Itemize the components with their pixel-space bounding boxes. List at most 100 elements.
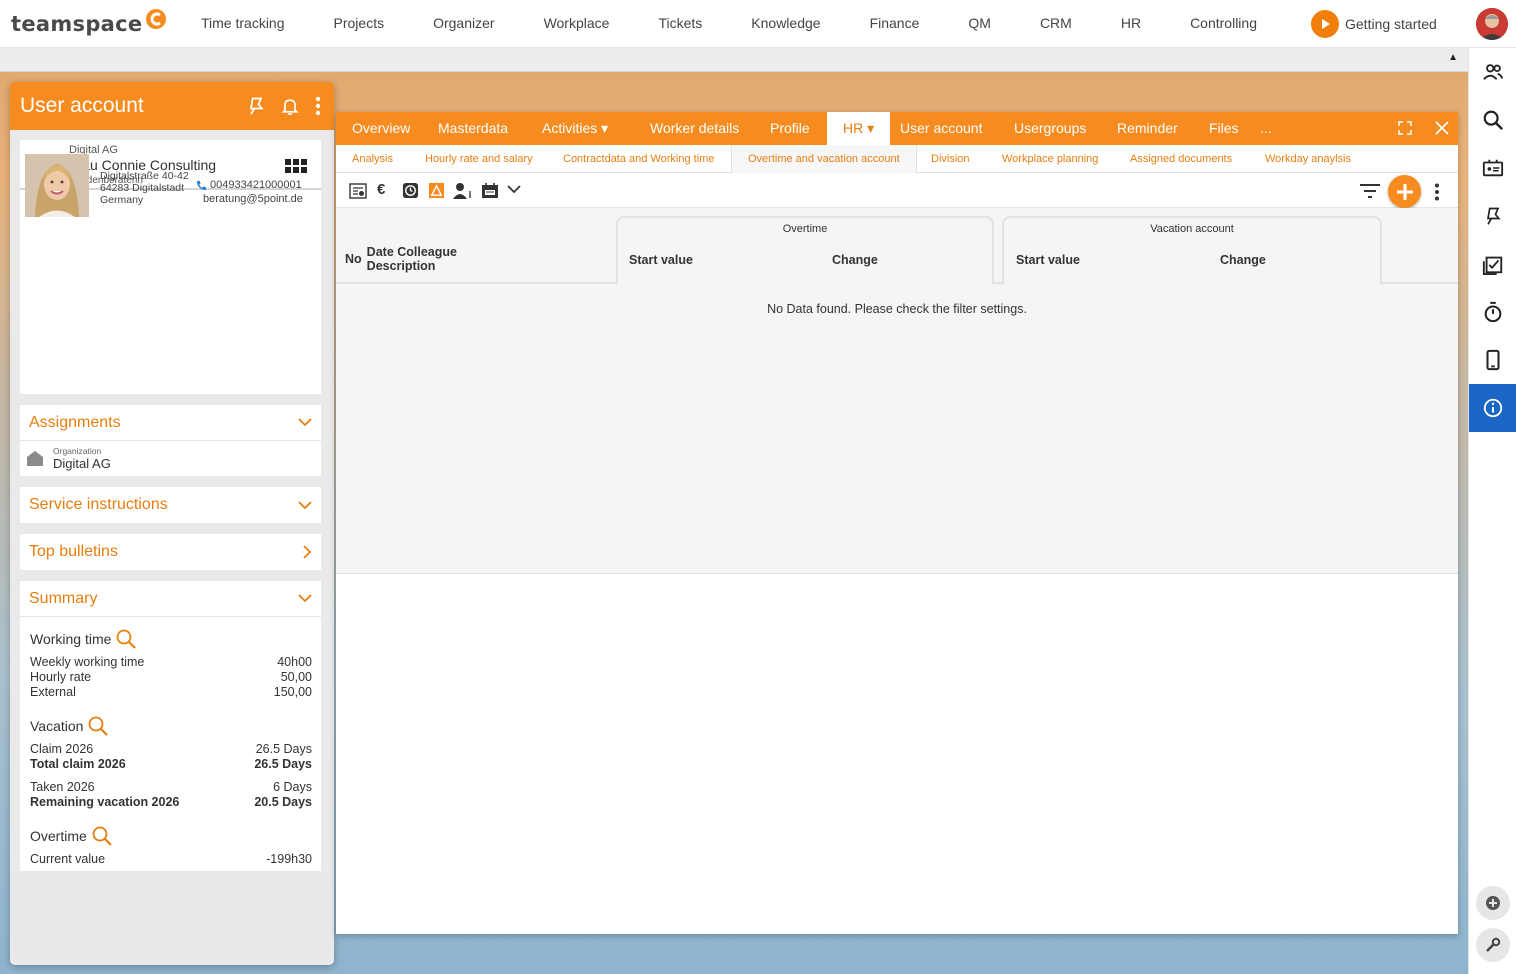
empty-state-message: No Data found. Please check the filter s… xyxy=(767,302,1027,316)
tab-masterdata[interactable]: Masterdata xyxy=(422,112,524,145)
tab-reminder[interactable]: Reminder xyxy=(1101,112,1194,145)
address-country: Germany xyxy=(100,194,144,206)
tab-activities[interactable]: Activities ▾ xyxy=(526,112,624,145)
filter-icon[interactable] xyxy=(1360,184,1380,198)
subtab-analysis[interactable]: Analysis xyxy=(336,145,409,173)
summary-header[interactable]: Summary xyxy=(20,581,321,617)
tab-overview[interactable]: Overview xyxy=(336,112,426,145)
subtab-workplace-planning[interactable]: Workplace planning xyxy=(986,145,1114,173)
more-vertical-icon[interactable] xyxy=(314,96,322,116)
column-date-colleague: Date Colleague xyxy=(366,245,457,259)
search-icon[interactable] xyxy=(1469,96,1516,144)
nav-tickets[interactable]: Tickets xyxy=(634,0,727,48)
add-button[interactable] xyxy=(1388,175,1421,208)
top-bulletins-card: Top bulletins xyxy=(20,534,321,570)
people-icon[interactable] xyxy=(1469,48,1516,96)
subtab-workday-analysis[interactable]: Workday anaylsis xyxy=(1249,145,1367,173)
person-icon[interactable] xyxy=(453,182,473,199)
assignments-header[interactable]: Assignments xyxy=(20,405,321,441)
euro-icon[interactable]: € xyxy=(377,181,385,198)
organization-value: Digital AG xyxy=(53,456,111,471)
add-circle-icon[interactable] xyxy=(1476,886,1510,920)
tab-worker-details[interactable]: Worker details xyxy=(634,112,755,145)
subtab-contractdata[interactable]: Contractdata and Working time xyxy=(547,145,730,173)
nav-organizer[interactable]: Organizer xyxy=(409,0,519,48)
overtime-group-title: Overtime xyxy=(782,223,828,235)
window-tabbar: Overview Masterdata Activities ▾ Worker … xyxy=(336,112,1458,145)
panel-header: User account xyxy=(10,82,334,130)
nav-time-tracking[interactable]: Time tracking xyxy=(201,0,309,48)
summary-row: Claim 2026 26.5 Days xyxy=(30,742,312,757)
nav-qm[interactable]: QM xyxy=(944,0,1016,48)
column-overtime-change[interactable]: Change xyxy=(832,253,878,267)
service-instructions-header[interactable]: Service instructions xyxy=(20,487,321,523)
summary-value: 150,00 xyxy=(273,685,312,699)
subtab-assigned-documents[interactable]: Assigned documents xyxy=(1114,145,1248,173)
nav-workplace[interactable]: Workplace xyxy=(519,0,634,48)
pin-icon[interactable] xyxy=(246,96,266,116)
magnifier-icon[interactable] xyxy=(115,628,137,650)
top-bulletins-header[interactable]: Top bulletins xyxy=(20,534,321,570)
summary-label: Current value xyxy=(30,852,106,866)
checklist-icon[interactable] xyxy=(1469,240,1516,288)
contact-card-icon[interactable] xyxy=(1469,144,1516,192)
service-instructions-card: Service instructions xyxy=(20,487,321,523)
subtab-division[interactable]: Division xyxy=(915,145,986,173)
warning-icon[interactable] xyxy=(428,182,445,199)
top-navigation: teamspace Time tracking Projects Organiz… xyxy=(0,0,1516,48)
organization-row[interactable]: Organization Digital AG xyxy=(20,441,321,475)
summary-row: Current value -199h30 xyxy=(30,852,312,867)
summary-label: Total claim 2026 xyxy=(30,757,126,771)
collapse-toggle-icon[interactable]: ▲ xyxy=(1448,52,1458,63)
chevron-down-icon xyxy=(298,594,312,603)
nav-projects[interactable]: Projects xyxy=(309,0,409,48)
phone-icon[interactable] xyxy=(1469,336,1516,384)
nav-finance[interactable]: Finance xyxy=(845,0,944,48)
getting-started-button[interactable]: Getting started xyxy=(1311,10,1437,38)
nav-controlling[interactable]: Controlling xyxy=(1166,0,1282,48)
tab-user-account[interactable]: User account xyxy=(884,112,998,145)
report-icon[interactable] xyxy=(349,182,367,200)
grid-menu-icon[interactable] xyxy=(285,159,307,173)
column-no[interactable]: No xyxy=(345,252,362,266)
user-avatar[interactable] xyxy=(1476,8,1508,40)
summary-row: Hourly rate 50,00 xyxy=(30,670,312,685)
working-time-heading: Working time xyxy=(30,628,137,650)
contact-address: Digitalstraße 40-42 64283 Digitalstadt G… xyxy=(100,170,189,206)
chevron-right-icon xyxy=(303,545,312,559)
service-instructions-title: Service instructions xyxy=(29,496,168,513)
summary-label: Claim 2026 xyxy=(30,742,94,756)
nav-crm[interactable]: CRM xyxy=(1015,0,1096,48)
tab-more[interactable]: ... xyxy=(1244,112,1288,145)
column-date-description[interactable]: Date Colleague Description xyxy=(367,245,457,273)
info-icon[interactable] xyxy=(1469,384,1516,432)
calendar-365-icon[interactable] xyxy=(481,182,499,199)
logo-text: teamspace xyxy=(11,11,143,36)
clock-icon[interactable] xyxy=(402,182,419,199)
chevron-down-icon[interactable] xyxy=(507,185,521,194)
nav-hr[interactable]: HR xyxy=(1096,0,1165,48)
organization-label: Organization xyxy=(53,446,102,456)
subtab-overtime-vacation[interactable]: Overtime and vacation account xyxy=(731,145,917,174)
pin-icon[interactable] xyxy=(1469,192,1516,240)
close-icon[interactable] xyxy=(1435,121,1449,135)
contact-email[interactable]: beratung@5point.de xyxy=(203,193,303,205)
column-overtime-start[interactable]: Start value xyxy=(629,253,693,267)
column-vacation-change[interactable]: Change xyxy=(1220,253,1266,267)
maximize-icon[interactable] xyxy=(1398,121,1412,135)
stopwatch-icon[interactable] xyxy=(1469,288,1516,336)
magnifier-icon[interactable] xyxy=(87,715,109,737)
tab-profile[interactable]: Profile xyxy=(754,112,826,145)
wrench-icon[interactable] xyxy=(1476,928,1510,962)
summary-row: Weekly working time 40h00 xyxy=(30,655,312,670)
magnifier-icon[interactable] xyxy=(91,825,113,847)
column-vacation-start[interactable]: Start value xyxy=(1016,253,1080,267)
nav-knowledge[interactable]: Knowledge xyxy=(727,0,845,48)
more-vertical-icon[interactable] xyxy=(1434,183,1440,201)
tab-hr[interactable]: HR ▾ xyxy=(827,112,891,145)
contact-phone[interactable]: 004933421000001 xyxy=(196,179,302,191)
subtab-hourly-rate[interactable]: Hourly rate and salary xyxy=(409,145,549,173)
teamspace-logo[interactable]: teamspace xyxy=(11,8,201,36)
bell-icon[interactable] xyxy=(280,96,300,116)
tab-usergroups[interactable]: Usergroups xyxy=(998,112,1102,145)
